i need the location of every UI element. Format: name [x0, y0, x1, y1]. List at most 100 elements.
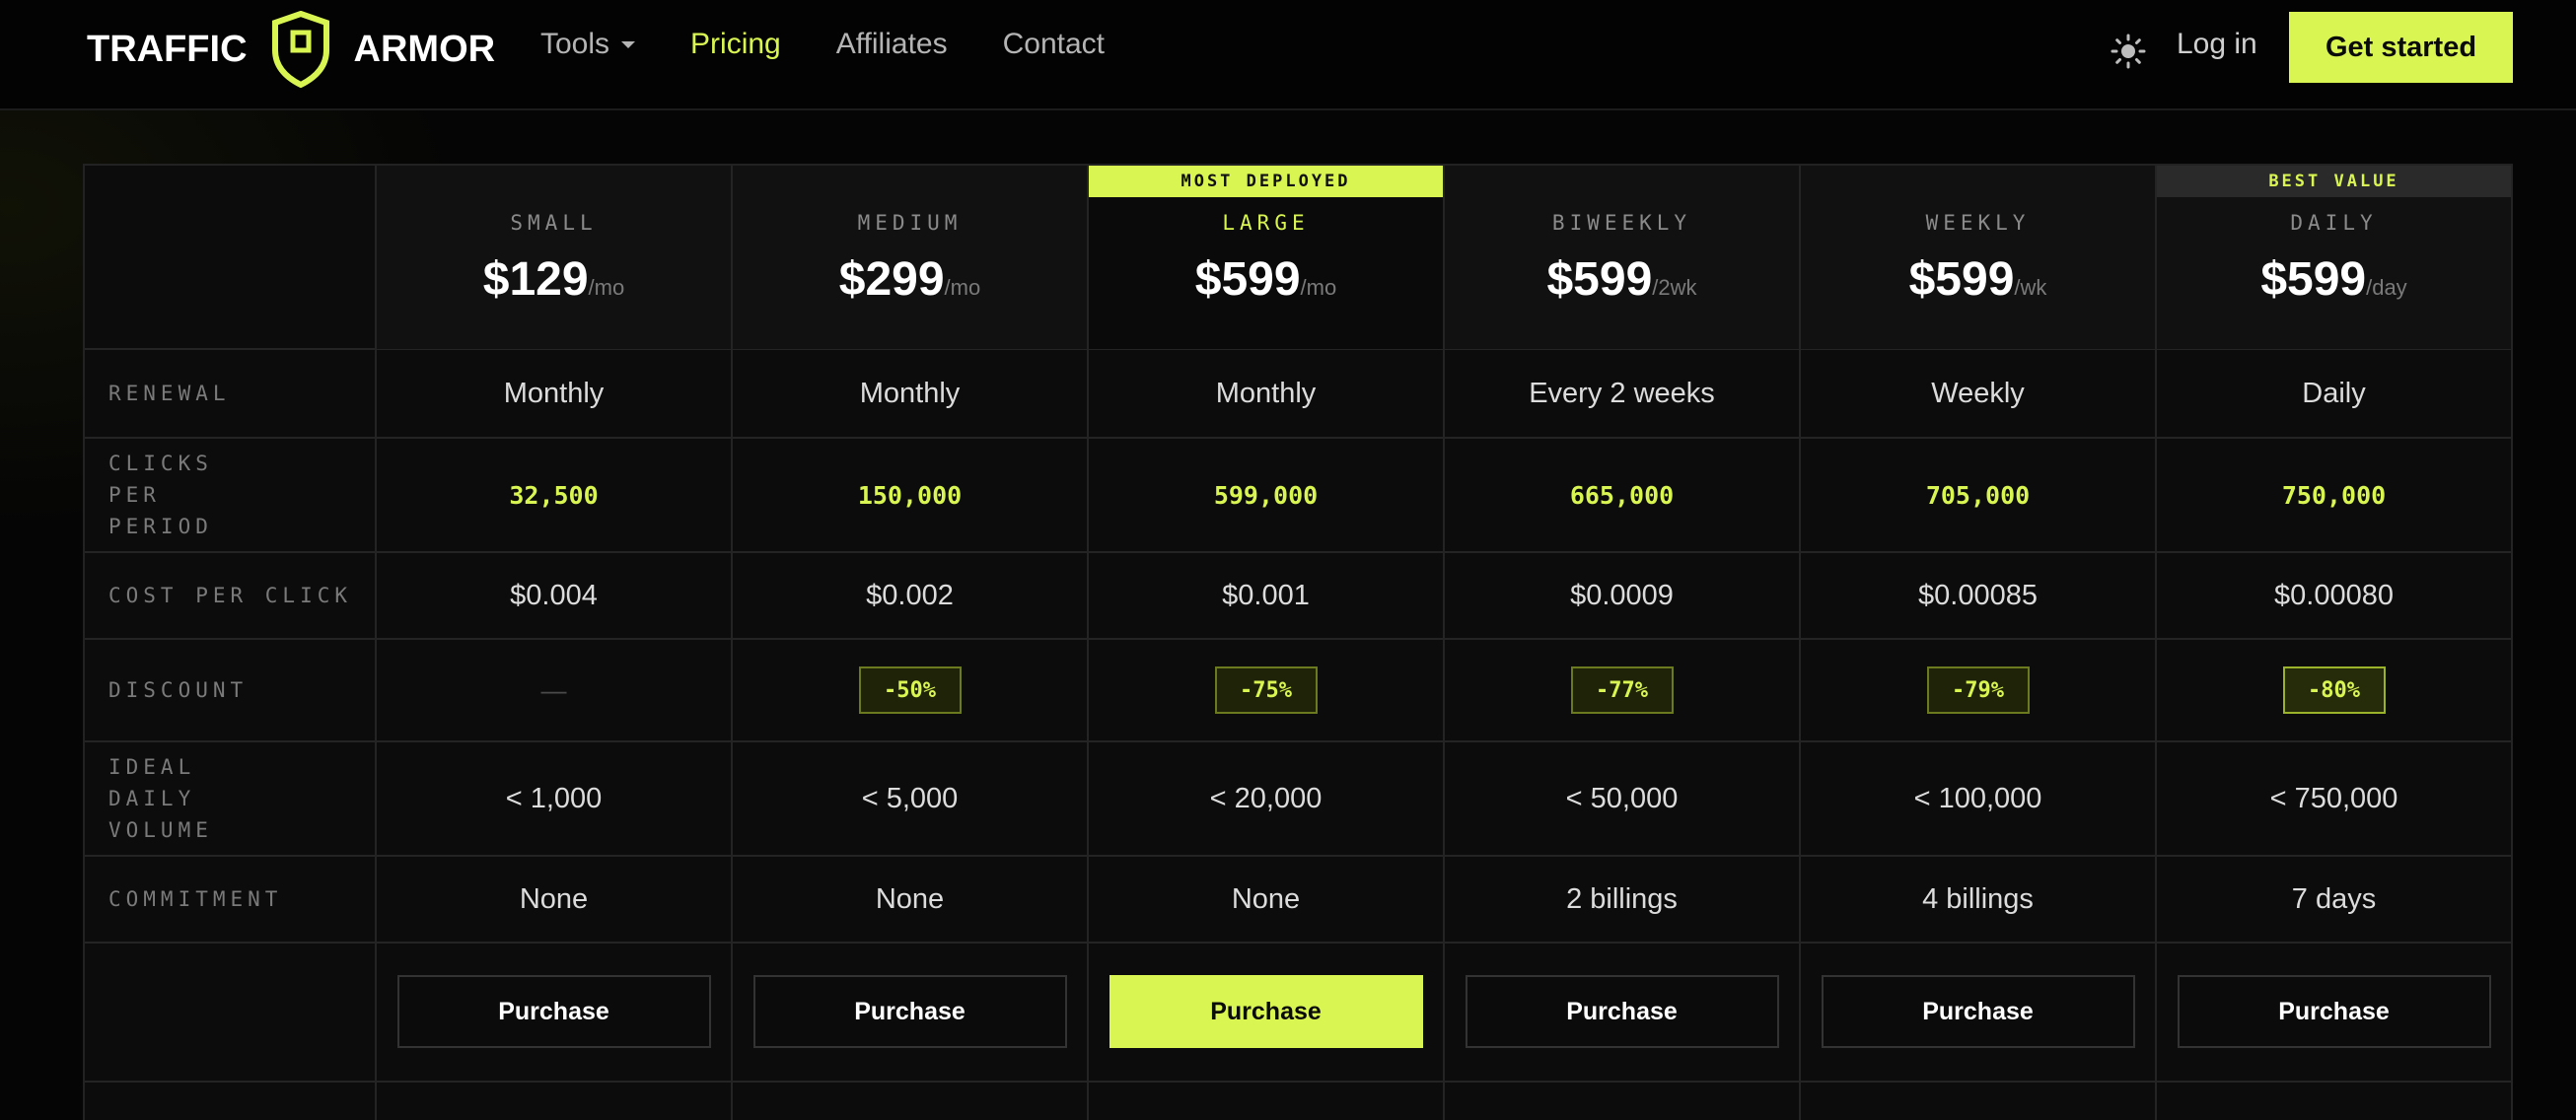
discount-badge: -80%: [2282, 666, 2386, 714]
discount-badge: -79%: [1926, 666, 2030, 714]
table-cell-cpc: $0.002: [733, 552, 1087, 639]
plan-price-amount: $599: [1908, 253, 2015, 306]
table-cell-discount: -80%: [2157, 639, 2511, 741]
commitment-value: None: [519, 882, 589, 915]
pricing-table: SMALL $129/mo MEDIUM $299/mo MOST DEPLOYED LA…: [83, 164, 2513, 1120]
table-cell-renewal: Weekly: [1801, 349, 2155, 438]
purchase-cell: Purchase: [1089, 943, 1443, 1081]
plan-price-amount: $129: [482, 253, 589, 306]
plan-price: $299/mo: [733, 252, 1087, 307]
clicks-value: 705,000: [1925, 480, 2031, 510]
table-cell-volume: < 5,000: [733, 741, 1087, 856]
login-link[interactable]: Log in: [2177, 28, 2257, 61]
clicks-value: 665,000: [1569, 480, 1675, 510]
brand-word-left: TRAFFIC: [87, 28, 248, 70]
plan-price-amount: $599: [2260, 253, 2367, 306]
purchase-cell: Purchase: [733, 943, 1087, 1081]
table-cell-commitment: 7 days: [2157, 856, 2511, 943]
brand-logo[interactable]: TRAFFIC ARMOR: [87, 10, 495, 89]
plan-price-amount: $299: [838, 253, 945, 306]
table-cell-clicks: 750,000: [2157, 438, 2511, 552]
row-label-renewal: RENEWAL: [108, 382, 231, 405]
nav-pricing[interactable]: Pricing: [690, 28, 781, 61]
purchase-button-medium[interactable]: Purchase: [752, 975, 1067, 1048]
volume-value: < 750,000: [2269, 782, 2398, 814]
volume-value: < 20,000: [1209, 782, 1323, 814]
clicks-value: 750,000: [2281, 480, 2387, 510]
plan-header-small: SMALL $129/mo: [377, 166, 731, 349]
table-cell-commitment: None: [377, 856, 731, 943]
plan-price-period: /day: [2366, 275, 2407, 300]
table-cell-renewal: Every 2 weeks: [1445, 349, 1799, 438]
row-label-clicks: CLICKS PER PERIOD: [108, 452, 213, 538]
table-cell-commitment: None: [733, 856, 1087, 943]
cpc-value: $0.00085: [1918, 579, 2038, 611]
get-started-button[interactable]: Get started: [2289, 12, 2513, 83]
purchase-button-large[interactable]: Purchase: [1109, 975, 1423, 1048]
table-cell-commitment: 2 billings: [1445, 856, 1799, 943]
commitment-value: 7 days: [2291, 882, 2377, 915]
brand-word-right: ARMOR: [353, 28, 496, 70]
plan-name: WEEKLY: [1925, 211, 2031, 235]
table-cell-volume: < 100,000: [1801, 741, 2155, 856]
cpc-value: $0.002: [866, 579, 954, 611]
table-cell-volume: < 1,000: [377, 741, 731, 856]
nav-contact[interactable]: Contact: [1003, 28, 1105, 61]
plan-price: $599/wk: [1801, 252, 2155, 307]
plan-price-period: /mo: [944, 275, 981, 300]
table-cell-clicks: 32,500: [377, 438, 731, 552]
purchase-button-small[interactable]: Purchase: [396, 975, 711, 1048]
plan-header-daily: BEST VALUE DAILY $599/day: [2157, 166, 2511, 349]
plan-tag: MOST DEPLOYED: [1089, 166, 1443, 197]
table-cell-cpc: $0.00080: [2157, 552, 2511, 639]
commitment-value: 2 billings: [1566, 882, 1678, 915]
volume-value: < 100,000: [1913, 782, 2042, 814]
discount-none: —: [540, 674, 567, 705]
purchase-button-daily[interactable]: Purchase: [2177, 975, 2491, 1048]
purchase-cell: Purchase: [2157, 943, 2511, 1081]
column-divider: [2511, 166, 2513, 1120]
row-label-volume: IDEAL DAILY VOLUME: [108, 755, 213, 842]
clicks-value: 150,000: [857, 480, 963, 510]
discount-badge: -50%: [858, 666, 962, 714]
nav-tools[interactable]: Tools: [540, 28, 636, 61]
renewal-value: Monthly: [503, 377, 605, 409]
table-cell-commitment: None: [1089, 856, 1443, 943]
plan-tag: BEST VALUE: [2157, 166, 2511, 197]
table-cell-cpc: $0.00085: [1801, 552, 2155, 639]
table-cell-renewal: Monthly: [1089, 349, 1443, 438]
table-cell-clicks: 665,000: [1445, 438, 1799, 552]
table-cell-discount: -77%: [1445, 639, 1799, 741]
renewal-value: Weekly: [1931, 377, 2025, 409]
shield-icon: [271, 11, 329, 88]
table-cell-clicks: 705,000: [1801, 438, 2155, 552]
commitment-value: None: [1231, 882, 1301, 915]
table-cell-discount: -79%: [1801, 639, 2155, 741]
table-cell-commitment: 4 billings: [1801, 856, 2155, 943]
nav-links: Tools Pricing Affiliates Contact: [540, 28, 1105, 61]
cpc-value: $0.001: [1222, 579, 1310, 611]
plan-price-period: /wk: [2014, 275, 2047, 300]
purchase-button-biweekly[interactable]: Purchase: [1465, 975, 1779, 1048]
table-cell-discount: —: [377, 639, 731, 741]
nav-tools-label: Tools: [540, 28, 610, 60]
cpc-value: $0.004: [510, 579, 598, 611]
sun-icon[interactable]: [2111, 34, 2146, 69]
purchase-cell: Purchase: [1445, 943, 1799, 1081]
plan-name: MEDIUM: [857, 211, 963, 235]
row-label-discount: DISCOUNT: [108, 678, 249, 702]
cpc-value: $0.00080: [2274, 579, 2394, 611]
plan-name: LARGE: [1222, 211, 1310, 235]
table-cell-cpc: $0.0009: [1445, 552, 1799, 639]
table-cell-volume: < 20,000: [1089, 741, 1443, 856]
purchase-cell: Purchase: [377, 943, 731, 1081]
plan-price-amount: $599: [1194, 253, 1301, 306]
plan-price: $599/mo: [1089, 252, 1443, 307]
row-label-cpc: COST PER CLICK: [108, 584, 353, 607]
nav-affiliates[interactable]: Affiliates: [836, 28, 948, 61]
plan-header-weekly: WEEKLY $599/wk: [1801, 166, 2155, 349]
discount-badge: -77%: [1570, 666, 1674, 714]
renewal-value: Monthly: [859, 377, 961, 409]
purchase-button-weekly[interactable]: Purchase: [1821, 975, 2135, 1048]
volume-value: < 1,000: [505, 782, 603, 814]
